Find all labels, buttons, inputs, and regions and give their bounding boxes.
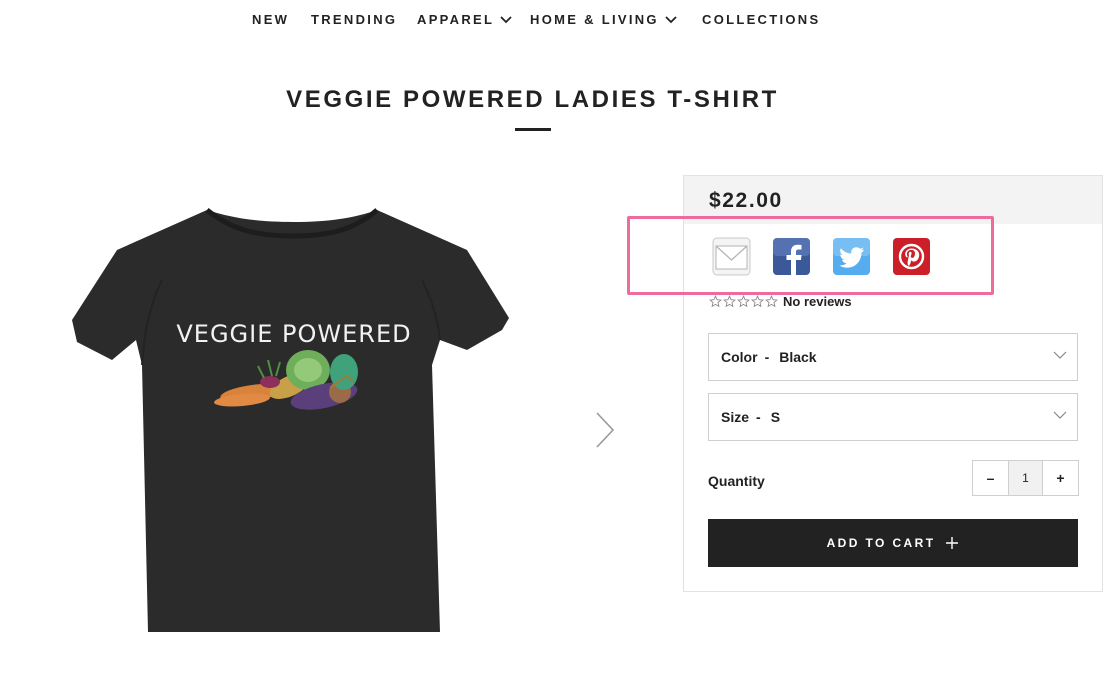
quantity-stepper: – 1 + (972, 460, 1079, 496)
option-separator: - (756, 409, 761, 425)
option-value: Black (779, 349, 817, 365)
color-select[interactable]: Color - Black (708, 333, 1078, 381)
add-to-cart-label: ADD TO CART (826, 536, 936, 550)
nav-item-label: HOME & LIVING (530, 12, 659, 27)
nav-item-new[interactable]: NEW (252, 12, 289, 27)
option-value: S (770, 409, 781, 425)
quantity-decrement-button[interactable]: – (973, 461, 1008, 495)
nav-item-label: TRENDING (311, 12, 398, 27)
nav-item-collections[interactable]: COLLECTIONS (702, 12, 820, 27)
share-highlight-box (627, 216, 994, 295)
option-label: Color (721, 349, 758, 365)
star-empty-icon (765, 295, 778, 308)
star-empty-icon (751, 295, 764, 308)
star-empty-icon (709, 295, 722, 308)
chevron-down-icon (665, 15, 677, 23)
shirt-print-text: VEGGIE POWERED (176, 320, 411, 348)
plus-icon (946, 537, 959, 549)
chevron-down-icon (500, 15, 512, 23)
nav-item-home-living[interactable]: HOME & LIVING (530, 12, 677, 27)
star-empty-icon (723, 295, 736, 308)
nav-item-label: COLLECTIONS (702, 12, 821, 27)
add-to-cart-button[interactable]: ADD TO CART (708, 519, 1078, 567)
product-price: $22.00 (709, 189, 783, 212)
nav-item-apparel[interactable]: APPAREL (417, 12, 512, 27)
title-divider (515, 128, 551, 131)
next-image-arrow-icon[interactable] (594, 411, 616, 449)
chevron-down-icon (1053, 351, 1067, 359)
quantity-increment-button[interactable]: + (1043, 461, 1078, 495)
nav-item-label: APPAREL (417, 12, 495, 27)
reviews-count-text: No reviews (783, 294, 852, 309)
size-select[interactable]: Size - S (708, 393, 1078, 441)
option-separator: - (764, 349, 770, 365)
nav-item-label: NEW (252, 12, 290, 27)
chevron-down-icon (1053, 411, 1067, 419)
quantity-label: Quantity (708, 473, 765, 489)
star-empty-icon (737, 295, 750, 308)
reviews-summary[interactable]: No reviews (709, 294, 852, 309)
quantity-input[interactable]: 1 (1008, 461, 1043, 495)
nav-item-trending[interactable]: TRENDING (311, 12, 397, 27)
option-label: Size (721, 409, 750, 425)
star-rating (709, 295, 778, 308)
product-image: VEGGIE POWERED (72, 208, 509, 632)
page-title: VEGGIE POWERED LADIES T-SHIRT (286, 86, 779, 113)
